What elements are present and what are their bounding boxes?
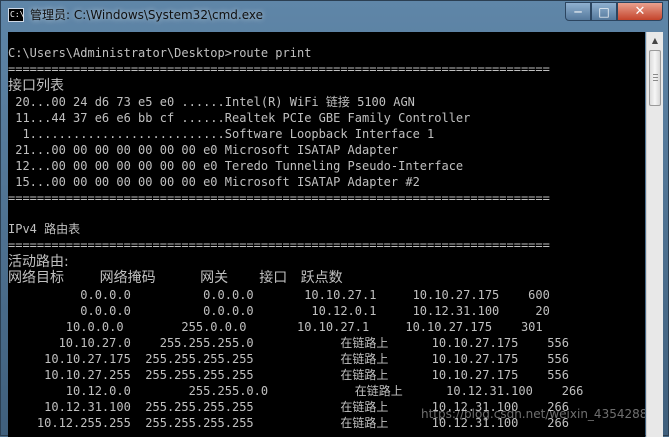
- minimize-button[interactable]: ─: [565, 2, 591, 21]
- route-row: 10.12.0.0 255.255.0.0 在链路上 10.12.31.100 …: [8, 384, 584, 398]
- scroll-up-arrow-icon[interactable]: ▲: [647, 32, 663, 49]
- interface-row: 15...00 00 00 00 00 00 00 e0 Microsoft I…: [8, 175, 420, 189]
- route-row: 10.10.27.175 255.255.255.255 在链路上 10.10.…: [8, 352, 569, 366]
- window-title: 管理员: C:\Windows\System32\cmd.exe: [30, 8, 263, 22]
- route-row: 10.10.27.255 255.255.255.255 在链路上 10.10.…: [8, 368, 569, 382]
- section-heading-ipv4: IPv4 路由表: [8, 222, 81, 236]
- cmd-app-icon[interactable]: C:\: [8, 8, 24, 22]
- interface-row: 11...44 37 e6 e6 bb cf ......Realtek PCI…: [8, 111, 471, 125]
- interface-row: 20...00 24 d6 73 e5 e0 ......Intel(R) Wi…: [8, 95, 415, 109]
- scroll-thumb[interactable]: [649, 50, 661, 106]
- separator-line: ========================================…: [8, 238, 550, 252]
- route-row: 10.0.0.0 255.0.0.0 10.10.27.1 10.10.27.1…: [8, 320, 543, 334]
- separator-line: ========================================…: [8, 191, 550, 205]
- section-heading-interfaces: 接口列表: [8, 78, 64, 94]
- route-table-header: 网络目标 网络掩码 网关 接口 跃点数: [8, 270, 343, 286]
- section-heading-active-routes: 活动路由:: [8, 254, 69, 270]
- title-bar[interactable]: C:\ 管理员: C:\Windows\System32\cmd.exe ─ □…: [1, 1, 668, 31]
- interface-row: 1...........................Software Loo…: [8, 127, 435, 141]
- command-line: C:\Users\Administrator\Desktop>route pri…: [8, 46, 312, 60]
- separator-line: ========================================…: [8, 62, 550, 76]
- maximize-button[interactable]: □: [591, 2, 617, 21]
- route-row: 10.10.27.0 255.255.255.0 在链路上 10.10.27.1…: [8, 336, 569, 350]
- cmd-window: C:\ 管理员: C:\Windows\System32\cmd.exe ─ □…: [0, 0, 669, 437]
- route-row: 0.0.0.0 0.0.0.0 10.10.27.1 10.10.27.175 …: [8, 288, 550, 302]
- route-row: 0.0.0.0 0.0.0.0 10.12.0.1 10.12.31.100 2…: [8, 304, 550, 318]
- vertical-scrollbar[interactable]: ▲: [646, 32, 663, 437]
- console-output[interactable]: C:\Users\Administrator\Desktop>route pri…: [8, 32, 645, 437]
- close-button[interactable]: ✕: [617, 2, 663, 21]
- interface-row: 12...00 00 00 00 00 00 00 e0 Teredo Tunn…: [8, 159, 464, 173]
- watermark-text: https://blog.csdn.net/weixin_4354288...: [421, 407, 645, 421]
- interface-row: 21...00 00 00 00 00 00 00 e0 Microsoft I…: [8, 143, 399, 157]
